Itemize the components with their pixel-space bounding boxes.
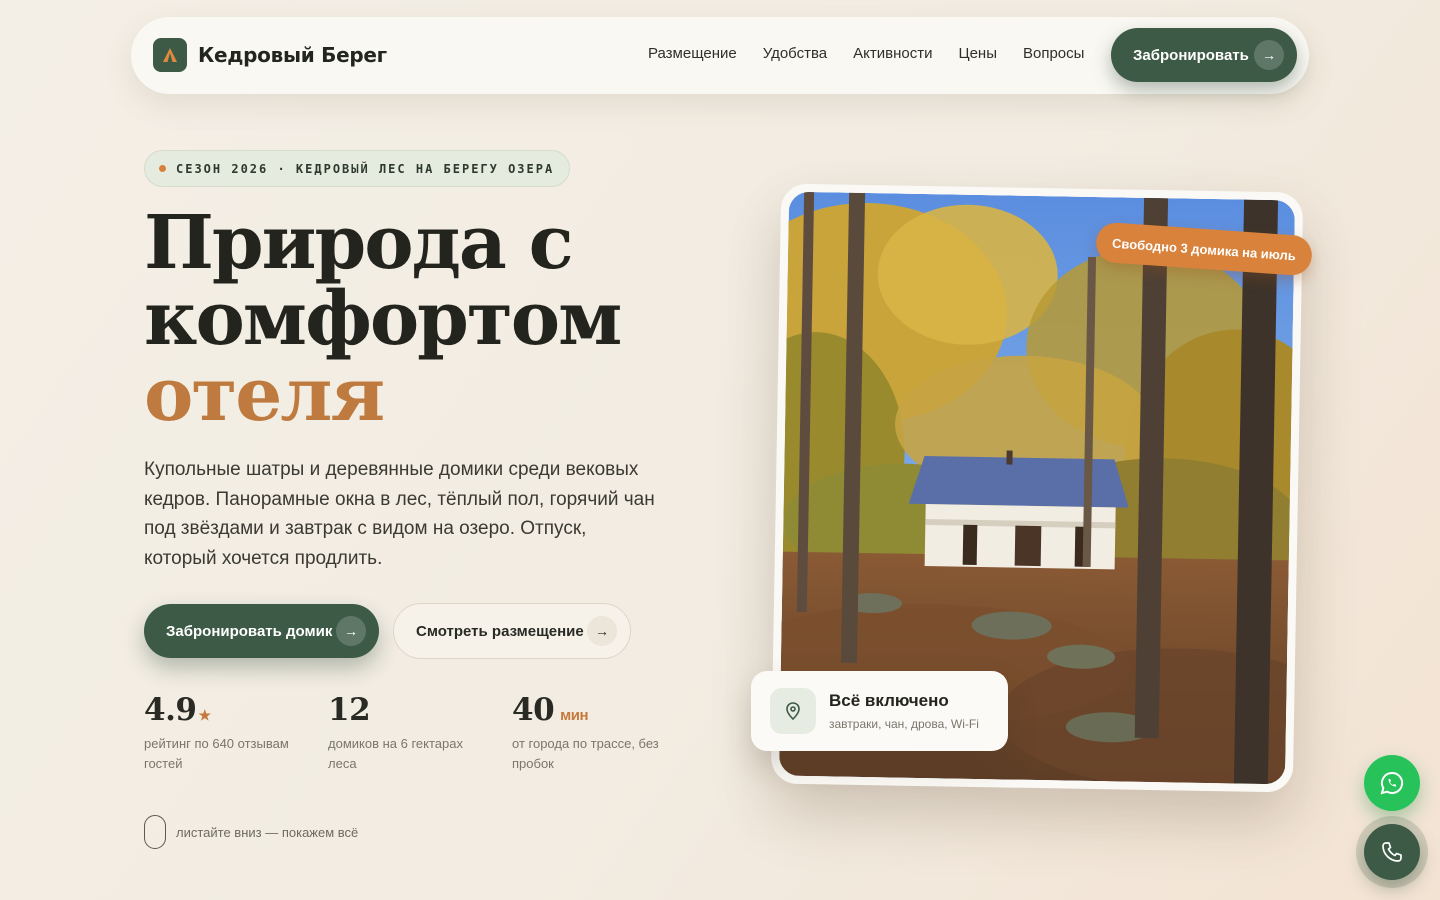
hero-lead: Купольные шатры и деревянные домики сред… [144,459,655,569]
nav-book-button[interactable]: Забронировать → [1111,28,1297,82]
stat-rating-value: 4.9 [144,692,197,728]
brand-logo[interactable]: Кедровый Берег [153,38,387,72]
stat-rating: 4.9 ★ рейтинг по 640 отзывам гостей [144,692,304,774]
mouse-icon [144,815,166,849]
phone-icon [1382,842,1402,862]
scroll-hint-text: листайте вниз — покажем всё [176,824,359,840]
all-inclusive-title: Всё включено [829,691,949,710]
nav-book-label: Забронировать [1133,46,1249,64]
hero-title: Природа с комфортом отеля [144,205,704,433]
stat-cabins-value-row: 12 [328,692,478,728]
whatsapp-button[interactable] [1364,755,1420,811]
top-navbar: Кедровый Берег Размещение Удобства Актив… [131,17,1309,94]
star-icon: ★ [198,708,211,724]
scroll-hint[interactable]: листайте вниз — покажем всё [144,815,358,849]
stat-distance: 40 мин от города по трассе, без пробок [512,692,672,774]
arrow-right-icon: → [336,616,366,646]
all-inclusive-subtitle: завтраки, чан, дрова, Wi-Fi [829,717,979,731]
stat-rating-label: рейтинг по 640 отзывам гостей [144,736,289,771]
hero-title-line2: комфортом [144,276,622,362]
arrow-right-icon: → [587,616,617,646]
tent-icon [153,38,187,72]
view-accommodation-button[interactable]: Смотреть размещение → [393,603,631,659]
hero-title-accent: отеля [144,352,385,438]
nav-link-prices[interactable]: Цены [958,45,997,62]
stat-rating-value-row: 4.9 ★ [144,692,304,728]
stat-distance-label: от города по трассе, без пробок [512,736,659,771]
stat-distance-value-row: 40 мин [512,692,672,728]
brand-name: Кедровый Берег [198,43,387,67]
nav-link-faq[interactable]: Вопросы [1023,45,1084,62]
location-pin-icon [770,688,816,734]
badge-dot [159,165,166,172]
season-badge: СЕЗОН 2026 · КЕДРОВЫЙ ЛЕС НА БЕРЕГУ ОЗЕР… [144,150,570,187]
badge-text: СЕЗОН 2026 · КЕДРОВЫЙ ЛЕС НА БЕРЕГУ ОЗЕР… [176,161,555,176]
nav-link-accommodation[interactable]: Размещение [648,45,737,62]
stat-cabins-value: 12 [328,692,371,728]
arrow-right-icon: → [1254,40,1284,70]
whatsapp-icon [1380,771,1404,795]
view-accommodation-label: Смотреть размещение [416,622,584,640]
book-cabin-label: Забронировать домик [166,622,333,640]
phone-button[interactable] [1364,824,1420,880]
stat-distance-unit: мин [560,707,589,724]
stat-cabins-label: домиков на 6 гектарах леса [328,736,463,771]
all-inclusive-card: Всё включено завтраки, чан, дрова, Wi-Fi [751,671,1008,751]
main-menu: Размещение Удобства Активности Цены Вопр… [648,45,1110,62]
all-inclusive-text: Всё включено завтраки, чан, дрова, Wi-Fi [829,691,979,731]
nav-link-activities[interactable]: Активности [853,45,932,62]
stat-cabins: 12 домиков на 6 гектарах леса [328,692,478,774]
book-cabin-button[interactable]: Забронировать домик → [144,604,379,658]
stat-distance-value: 40 [512,692,555,728]
nav-link-amenities[interactable]: Удобства [763,45,827,62]
hero-title-line1: Природа с [144,200,574,286]
